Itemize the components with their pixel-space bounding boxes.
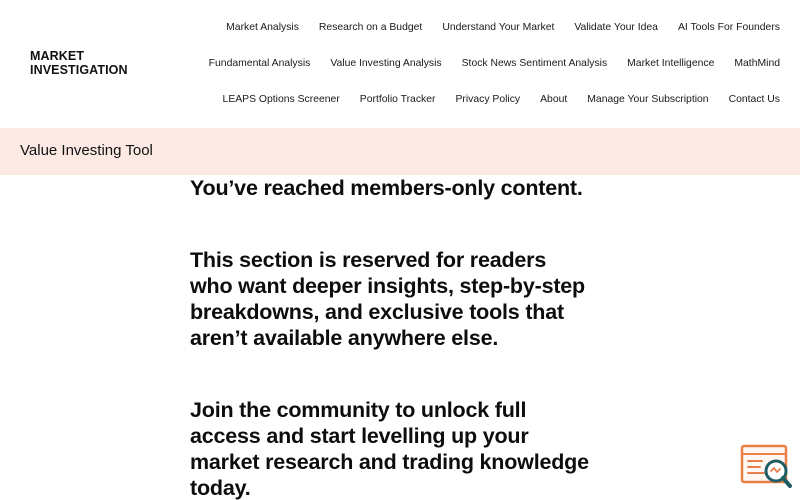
page-title-banner: Value Investing Tool: [0, 128, 800, 175]
nav-link-market-analysis[interactable]: Market Analysis: [226, 21, 299, 35]
nav-link-ai-tools-for-founders[interactable]: AI Tools For Founders: [678, 21, 780, 35]
nav-link-understand-your-market[interactable]: Understand Your Market: [442, 21, 554, 35]
nav-link-mathmind[interactable]: MathMind: [734, 57, 780, 71]
nav-link-market-intelligence[interactable]: Market Intelligence: [627, 57, 714, 71]
nav-link-value-investing-analysis[interactable]: Value Investing Analysis: [330, 57, 441, 71]
nav-link-contact-us[interactable]: Contact Us: [729, 93, 780, 107]
search-document-icon[interactable]: [740, 444, 794, 492]
site-header: MARKET INVESTIGATION Market Analysis Res…: [0, 0, 800, 128]
page: MARKET INVESTIGATION Market Analysis Res…: [0, 0, 800, 500]
page-title: Value Investing Tool: [20, 142, 153, 159]
nav-row-2: Fundamental Analysis Value Investing Ana…: [209, 57, 780, 71]
logo-line-2: INVESTIGATION: [30, 63, 128, 77]
site-logo[interactable]: MARKET INVESTIGATION: [30, 49, 128, 77]
logo-line-1: MARKET: [30, 49, 85, 63]
join-community-text: Join the community to unlock full access…: [190, 398, 589, 500]
nav-link-stock-news-sentiment-analysis[interactable]: Stock News Sentiment Analysis: [462, 57, 608, 71]
nav-link-privacy-policy[interactable]: Privacy Policy: [455, 93, 520, 107]
nav-link-leaps-options-screener[interactable]: LEAPS Options Screener: [223, 93, 340, 107]
nav-row-1: Market Analysis Research on a Budget Und…: [226, 21, 780, 35]
members-only-heading: You’ve reached members-only content.: [190, 176, 583, 200]
nav-link-validate-your-idea[interactable]: Validate Your Idea: [574, 21, 658, 35]
members-only-description: This section is reserved for readers who…: [190, 248, 585, 350]
nav-link-portfolio-tracker[interactable]: Portfolio Tracker: [360, 93, 436, 107]
nav-link-research-on-a-budget[interactable]: Research on a Budget: [319, 21, 422, 35]
search-document-icon-graphic: [740, 444, 792, 488]
nav-row-3: LEAPS Options Screener Portfolio Tracker…: [223, 93, 780, 107]
nav-link-manage-your-subscription[interactable]: Manage Your Subscription: [587, 93, 708, 107]
nav-link-about[interactable]: About: [540, 93, 567, 107]
nav-link-fundamental-analysis[interactable]: Fundamental Analysis: [209, 57, 311, 71]
